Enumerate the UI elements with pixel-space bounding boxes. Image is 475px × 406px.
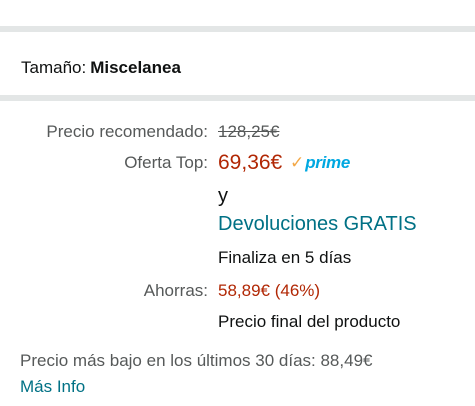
prime-check-icon: ✓ — [289, 153, 305, 172]
and-text: y — [218, 185, 228, 207]
prime-text: prime — [305, 153, 351, 172]
savings-label: Ahorras: — [143, 281, 208, 300]
lowest-price-text: Precio más bajo en los últimos 30 días: … — [20, 351, 373, 370]
deal-price-label: Oferta Top: — [124, 153, 208, 172]
deal-ends-text: Finaliza en 5 días — [218, 248, 352, 267]
final-price-note: Precio final del producto — [218, 312, 401, 331]
section-divider-top — [0, 26, 475, 32]
savings-value: 58,89€ (46%) — [218, 281, 321, 300]
size-value: Miscelanea — [90, 58, 181, 77]
size-selector-row[interactable]: Tamaño: Miscelanea — [21, 57, 181, 79]
deal-price-value: 69,36€ — [218, 151, 283, 174]
prime-badge: ✓ prime — [290, 154, 350, 171]
list-price-label: Precio recomendado: — [46, 122, 208, 141]
list-price-value: 128,25€ — [218, 122, 280, 141]
more-info-link[interactable]: Más Info — [20, 375, 85, 399]
size-label: Tamaño: — [21, 58, 87, 77]
free-returns-link[interactable]: Devoluciones GRATIS — [218, 212, 417, 236]
deal-price-group: 69,36€ ✓ prime — [218, 151, 350, 176]
section-divider-middle — [0, 95, 475, 101]
